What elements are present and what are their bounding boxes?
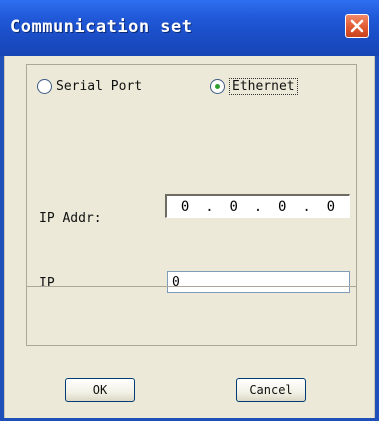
dialog-window: Communication set Serial Port Ethernet I… xyxy=(0,0,379,421)
ip-octet-2[interactable]: 0 xyxy=(229,199,237,215)
ip-octet-4[interactable]: 0 xyxy=(327,199,335,215)
ok-button[interactable]: OK xyxy=(65,378,135,402)
ip-separator: . xyxy=(253,198,263,215)
serial-port-radio-icon[interactable] xyxy=(37,78,52,94)
radio-serial-port[interactable]: Serial Port xyxy=(37,75,142,97)
ip-input[interactable] xyxy=(167,271,350,293)
close-button[interactable] xyxy=(345,14,369,38)
ip-separator: . xyxy=(302,198,311,215)
ip-address-field[interactable]: 0 . 0 . 0 . 0 xyxy=(165,194,350,218)
ethernet-label: Ethernet xyxy=(229,77,298,95)
serial-port-label: Serial Port xyxy=(56,78,143,94)
panel-divider xyxy=(26,286,357,287)
radio-ethernet[interactable]: Ethernet xyxy=(210,75,298,97)
title-bar[interactable]: Communication set xyxy=(0,0,379,56)
ip-separator: . xyxy=(205,198,214,215)
ip-label: IP xyxy=(39,276,55,291)
ethernet-radio-icon[interactable] xyxy=(210,78,225,94)
ip-octet-1[interactable]: 0 xyxy=(181,199,189,215)
cancel-button[interactable]: Cancel xyxy=(236,378,306,402)
close-icon xyxy=(350,19,364,33)
ip-addr-label: IP Addr: xyxy=(39,211,102,226)
ip-octet-3[interactable]: 0 xyxy=(278,199,286,215)
dialog-body: Serial Port Ethernet IP Addr: 0 . 0 . 0 … xyxy=(4,56,375,418)
settings-panel: Serial Port Ethernet IP Addr: 0 . 0 . 0 … xyxy=(26,64,357,346)
window-title: Communication set xyxy=(10,17,193,37)
